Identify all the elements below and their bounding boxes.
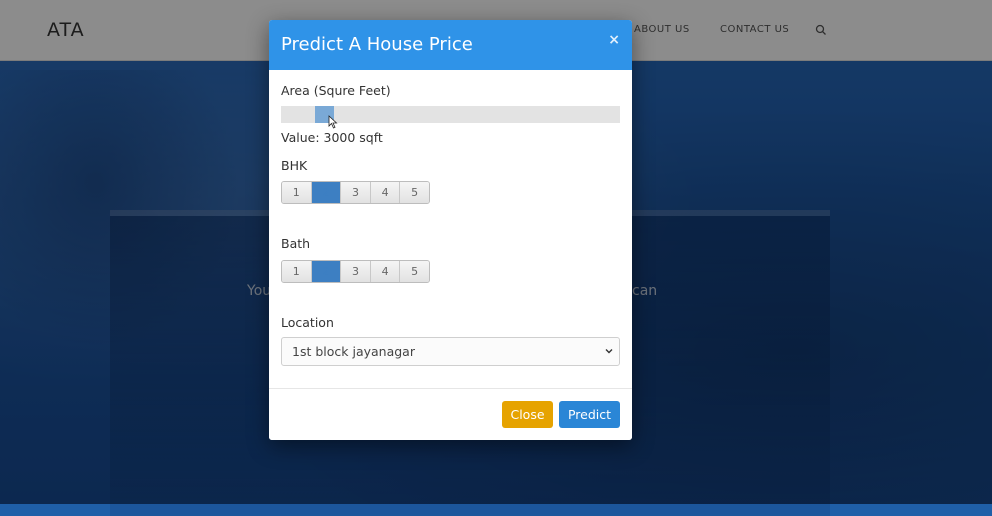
- close-icon[interactable]: ×: [608, 32, 620, 48]
- bath-option-4[interactable]: 4: [370, 261, 401, 282]
- bhk-option-3[interactable]: 3: [341, 182, 371, 203]
- bhk-option-2[interactable]: 2: [311, 182, 342, 203]
- bath-button-group: 1 2 3 4 5: [281, 260, 430, 283]
- chevron-down-icon: [605, 349, 613, 354]
- mouse-cursor-icon: [328, 115, 338, 129]
- modal-title: Predict A House Price: [281, 34, 473, 55]
- bhk-option-5[interactable]: 5: [400, 182, 429, 203]
- bath-option-2[interactable]: 2: [311, 261, 342, 282]
- predict-modal: Predict A House Price × Area (Squre Feet…: [269, 20, 632, 440]
- location-label: Location: [281, 315, 334, 330]
- area-label: Area (Squre Feet): [281, 83, 391, 98]
- bhk-option-4[interactable]: 4: [370, 182, 401, 203]
- bath-option-5[interactable]: 5: [400, 261, 429, 282]
- area-value: Value: 3000 sqft: [281, 130, 383, 145]
- bath-option-1[interactable]: 1: [282, 261, 312, 282]
- bhk-label: BHK: [281, 158, 308, 173]
- bath-label: Bath: [281, 236, 311, 251]
- bhk-option-1[interactable]: 1: [282, 182, 312, 203]
- modal-header: Predict A House Price ×: [269, 20, 632, 70]
- close-button[interactable]: Close: [502, 401, 553, 428]
- location-selected-value: 1st block jayanagar: [292, 344, 415, 359]
- predict-button[interactable]: Predict: [559, 401, 620, 428]
- bhk-button-group: 1 2 3 4 5: [281, 181, 430, 204]
- modal-footer: Close Predict: [269, 388, 632, 440]
- bath-option-3[interactable]: 3: [341, 261, 371, 282]
- location-select[interactable]: 1st block jayanagar: [281, 337, 620, 366]
